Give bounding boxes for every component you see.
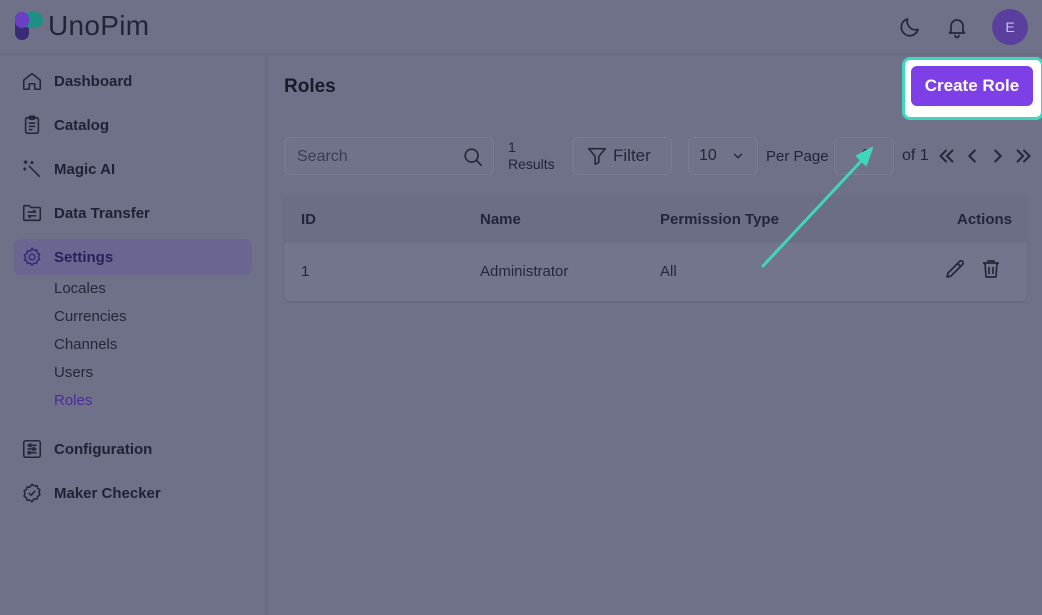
cell-permission-type: All [660, 263, 677, 280]
sidebar-item-dashboard[interactable]: Dashboard [14, 63, 252, 99]
sliders-icon [22, 439, 42, 459]
cell-name: Administrator [480, 263, 569, 280]
transfer-icon [22, 204, 42, 222]
search-icon[interactable] [462, 146, 484, 168]
sidebar-item-label: Magic AI [54, 160, 116, 178]
pagination-controls [935, 145, 1039, 167]
sidebar-sub-roles[interactable]: Roles [54, 392, 92, 409]
prev-page-icon[interactable] [961, 145, 983, 167]
cell-id: 1 [301, 263, 310, 280]
sidebar-item-configuration[interactable]: Configuration [14, 431, 252, 467]
delete-icon[interactable] [979, 257, 1003, 281]
first-page-icon[interactable] [935, 145, 957, 167]
create-role-highlight: Create Role [902, 57, 1042, 120]
results-number: 1 [508, 139, 516, 155]
results-count: 1 Results [508, 139, 555, 173]
brand-logo[interactable]: UnoPim [14, 11, 149, 41]
sidebar: Dashboard Catalog Magic AI Data Transfer… [0, 56, 268, 615]
filter-icon [587, 147, 607, 166]
sidebar-item-label: Dashboard [54, 72, 133, 90]
search-input[interactable] [297, 146, 457, 168]
moon-icon[interactable] [898, 15, 922, 39]
sidebar-item-catalog[interactable]: Catalog [14, 107, 252, 143]
sidebar-sub-locales[interactable]: Locales [54, 280, 106, 297]
sidebar-item-maker-checker[interactable]: Maker Checker [14, 475, 252, 511]
user-avatar[interactable]: E [992, 9, 1028, 45]
bell-icon[interactable] [945, 15, 969, 39]
chevron-down-icon [733, 153, 742, 159]
main-content: Roles Create Role 1 Results Filter 10 Pe… [271, 56, 1042, 615]
next-page-icon[interactable] [987, 145, 1009, 167]
roles-table: ID Name Permission Type Actions 1 Admini… [284, 195, 1027, 301]
filter-button[interactable]: Filter [572, 137, 672, 175]
sidebar-item-label: Data Transfer [54, 204, 150, 222]
unopim-logo-icon [15, 12, 43, 40]
edit-icon[interactable] [943, 257, 967, 281]
header-actions: E [898, 9, 1028, 45]
per-page-label: Per Page [766, 148, 829, 165]
table-header: ID Name Permission Type Actions [284, 195, 1027, 243]
search-box [284, 137, 494, 175]
badge-check-icon [23, 483, 41, 503]
create-role-button[interactable]: Create Role [911, 66, 1033, 106]
column-header-permission-type[interactable]: Permission Type [660, 211, 779, 228]
magic-wand-icon [22, 159, 41, 178]
sidebar-item-data-transfer[interactable]: Data Transfer [14, 195, 252, 231]
brand-name: UnoPim [48, 10, 150, 41]
home-icon [22, 72, 42, 91]
column-header-actions: Actions [957, 211, 1013, 228]
top-header: UnoPim E [0, 0, 1042, 55]
column-header-id[interactable]: ID [301, 211, 316, 228]
gear-icon [23, 246, 41, 267]
sidebar-sub-currencies[interactable]: Currencies [54, 308, 127, 325]
last-page-icon[interactable] [1013, 145, 1035, 167]
clipboard-icon [24, 115, 40, 135]
sidebar-item-settings[interactable]: Settings [14, 239, 252, 275]
sidebar-sub-users[interactable]: Users [54, 364, 93, 381]
page-total-label: of 1 [902, 147, 929, 164]
sidebar-item-label: Catalog [54, 116, 110, 134]
sidebar-item-label: Settings [54, 248, 114, 266]
page-number-input[interactable]: 1 [834, 137, 894, 175]
page-title: Roles [284, 76, 336, 97]
column-header-name[interactable]: Name [480, 211, 521, 228]
table-row: 1 Administrator All [284, 243, 1027, 301]
sidebar-item-label: Maker Checker [54, 484, 161, 502]
per-page-value: 10 [699, 147, 717, 164]
filter-label: Filter [613, 146, 651, 165]
sidebar-item-magic-ai[interactable]: Magic AI [14, 151, 252, 187]
app-root: UnoPim E Dashboard Catalog Magic AI Data… [0, 0, 1042, 615]
per-page-select[interactable]: 10 [688, 137, 758, 175]
sidebar-item-label: Configuration [54, 440, 153, 458]
sidebar-sub-channels[interactable]: Channels [54, 336, 117, 353]
results-label: Results [508, 156, 555, 172]
